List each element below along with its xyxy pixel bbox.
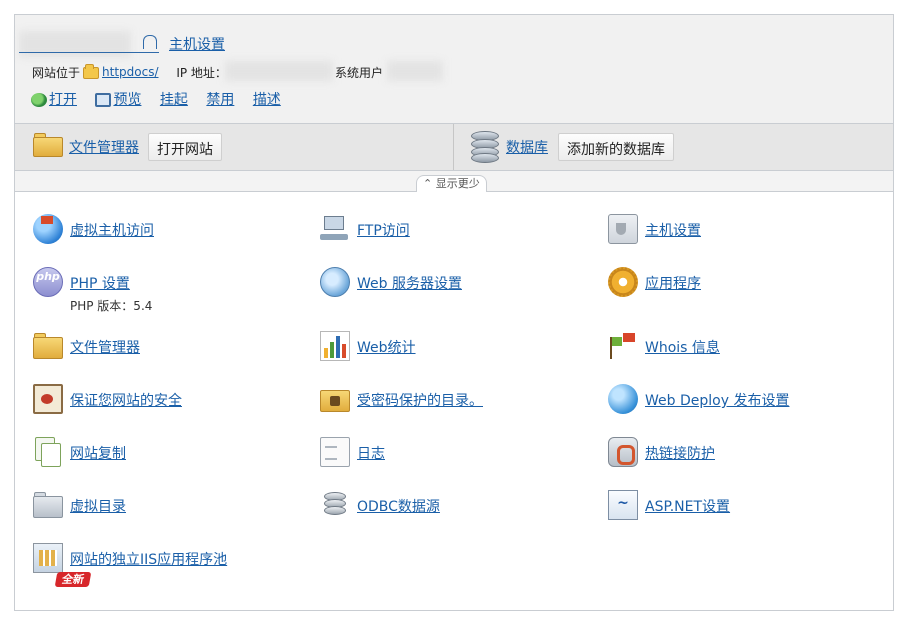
copy-documents-icon <box>33 437 63 467</box>
feature-link[interactable]: 网站的独立IIS应用程序池 <box>70 549 227 569</box>
aspnet-settings-item[interactable]: ~ ASP.NET设置 <box>608 490 868 524</box>
site-info-line: 网站位于 httpdocs/ IP 地址： <box>32 63 227 81</box>
domain-link-underline <box>19 52 159 53</box>
web-deploy-icon <box>608 384 638 414</box>
system-user-redacted <box>387 61 443 81</box>
bar-chart-icon <box>320 331 350 361</box>
site-copy-item[interactable]: 网站复制 <box>33 437 283 471</box>
site-location-label: 网站位于 <box>32 66 81 80</box>
locked-folder-icon <box>320 384 350 414</box>
applications-item[interactable]: 应用程序 <box>608 267 868 301</box>
add-database-button[interactable]: 添加新的数据库 <box>558 133 674 161</box>
virtual-directory-item[interactable]: 虚拟目录 <box>33 490 283 524</box>
host-settings-icon <box>608 214 638 244</box>
feature-link[interactable]: FTP访问 <box>357 220 410 240</box>
ftp-icon <box>320 214 350 244</box>
gear-icon <box>608 267 638 297</box>
chevron-up-icon: ⌃ <box>423 177 433 190</box>
feature-link[interactable]: ASP.NET设置 <box>645 496 730 516</box>
feature-link[interactable]: 主机设置 <box>645 220 701 240</box>
logs-item[interactable]: 日志 <box>320 437 570 471</box>
ftp-access-item[interactable]: FTP访问 <box>320 214 570 248</box>
file-manager-item[interactable]: 文件管理器 <box>33 331 283 365</box>
suspend-action[interactable]: 挂起 <box>160 89 188 109</box>
preview-icon <box>95 93 112 107</box>
odbc-database-icon <box>320 490 350 520</box>
feature-link[interactable]: 虚拟主机访问 <box>70 220 154 240</box>
site-actions: 打开 预览 挂起 禁用 描述 <box>31 89 295 109</box>
aspnet-icon: ~ <box>608 490 638 520</box>
feature-link[interactable]: Web 服务器设置 <box>357 273 462 293</box>
feature-link[interactable]: Web统计 <box>357 337 416 357</box>
open-site-action[interactable]: 打开 <box>31 89 77 109</box>
odbc-datasource-item[interactable]: ODBC数据源 <box>320 490 570 524</box>
feature-link[interactable]: 网站复制 <box>70 443 126 463</box>
show-less-strip: ⌃ 显示更少 <box>15 171 893 192</box>
feature-link[interactable]: 日志 <box>357 443 385 463</box>
site-panel: 主机设置 网站位于 httpdocs/ IP 地址： 系统用户 打开 预览 挂起 … <box>14 14 894 611</box>
feature-link[interactable]: 虚拟目录 <box>70 496 126 516</box>
feature-link[interactable]: 热链接防护 <box>645 443 715 463</box>
open-site-button[interactable]: 打开网站 <box>148 133 222 161</box>
php-settings-item[interactable]: php PHP 设置 PHP 版本：5.4 <box>33 267 283 315</box>
globe-flag-icon <box>33 214 63 244</box>
certificate-icon <box>33 384 63 414</box>
domain-name-tail <box>143 35 157 49</box>
system-user-label: 系统用户 <box>335 66 384 80</box>
feature-link[interactable]: Web Deploy 发布设置 <box>645 390 789 410</box>
domain-name-redacted <box>19 31 131 57</box>
password-protected-dirs-item[interactable]: 受密码保护的目录。 <box>320 384 570 418</box>
feature-link[interactable]: 文件管理器 <box>70 337 140 357</box>
folder-icon <box>33 331 63 361</box>
web-server-icon <box>320 267 350 297</box>
php-icon: php <box>33 267 63 297</box>
web-deploy-item[interactable]: Web Deploy 发布设置 <box>608 384 868 418</box>
feature-link[interactable]: Whois 信息 <box>645 337 720 357</box>
host-settings-item[interactable]: 主机设置 <box>608 214 868 248</box>
log-page-icon <box>320 437 350 467</box>
ip-label: IP 地址： <box>176 66 227 80</box>
toolbar-divider <box>453 124 454 170</box>
whois-flags-icon <box>608 331 638 361</box>
site-header: 主机设置 网站位于 httpdocs/ IP 地址： 系统用户 打开 预览 挂起 … <box>15 15 893 123</box>
virtual-host-access-item[interactable]: 虚拟主机访问 <box>33 214 283 248</box>
php-version-text: PHP 版本：5.4 <box>70 299 153 313</box>
feature-link[interactable]: 保证您网站的安全 <box>70 390 182 410</box>
feature-link[interactable]: 应用程序 <box>645 273 701 293</box>
feature-link[interactable]: ODBC数据源 <box>357 496 440 516</box>
quick-toolbar: 文件管理器 打开网站 数据库 添加新的数据库 <box>15 123 893 171</box>
web-stats-item[interactable]: Web统计 <box>320 331 570 365</box>
web-server-settings-item[interactable]: Web 服务器设置 <box>320 267 570 301</box>
host-settings-link[interactable]: 主机设置 <box>169 34 225 54</box>
site-folder-link[interactable]: httpdocs/ <box>102 65 158 79</box>
folder-icon <box>83 63 100 79</box>
file-manager-link[interactable]: 文件管理器 <box>69 137 139 157</box>
hotlink-protection-item[interactable]: 热链接防护 <box>608 437 868 471</box>
ip-address-redacted <box>225 61 333 81</box>
open-globe-icon <box>31 93 47 107</box>
database-link[interactable]: 数据库 <box>506 137 548 157</box>
preview-site-action[interactable]: 预览 <box>95 89 141 109</box>
hotlink-shield-icon <box>608 437 638 467</box>
feature-link[interactable]: PHP 设置 <box>70 273 130 293</box>
folder-icon <box>33 133 63 157</box>
feature-link[interactable]: 受密码保护的目录。 <box>357 390 483 410</box>
secure-site-item[interactable]: 保证您网站的安全 <box>33 384 283 418</box>
grey-folder-icon <box>33 490 63 520</box>
show-less-toggle[interactable]: ⌃ 显示更少 <box>416 175 487 192</box>
new-badge: 全新 <box>54 572 92 587</box>
whois-info-item[interactable]: Whois 信息 <box>608 331 868 365</box>
iis-pool-icon <box>33 543 63 573</box>
disable-action[interactable]: 禁用 <box>206 89 234 109</box>
database-icon <box>471 131 499 163</box>
description-action[interactable]: 描述 <box>253 89 281 109</box>
